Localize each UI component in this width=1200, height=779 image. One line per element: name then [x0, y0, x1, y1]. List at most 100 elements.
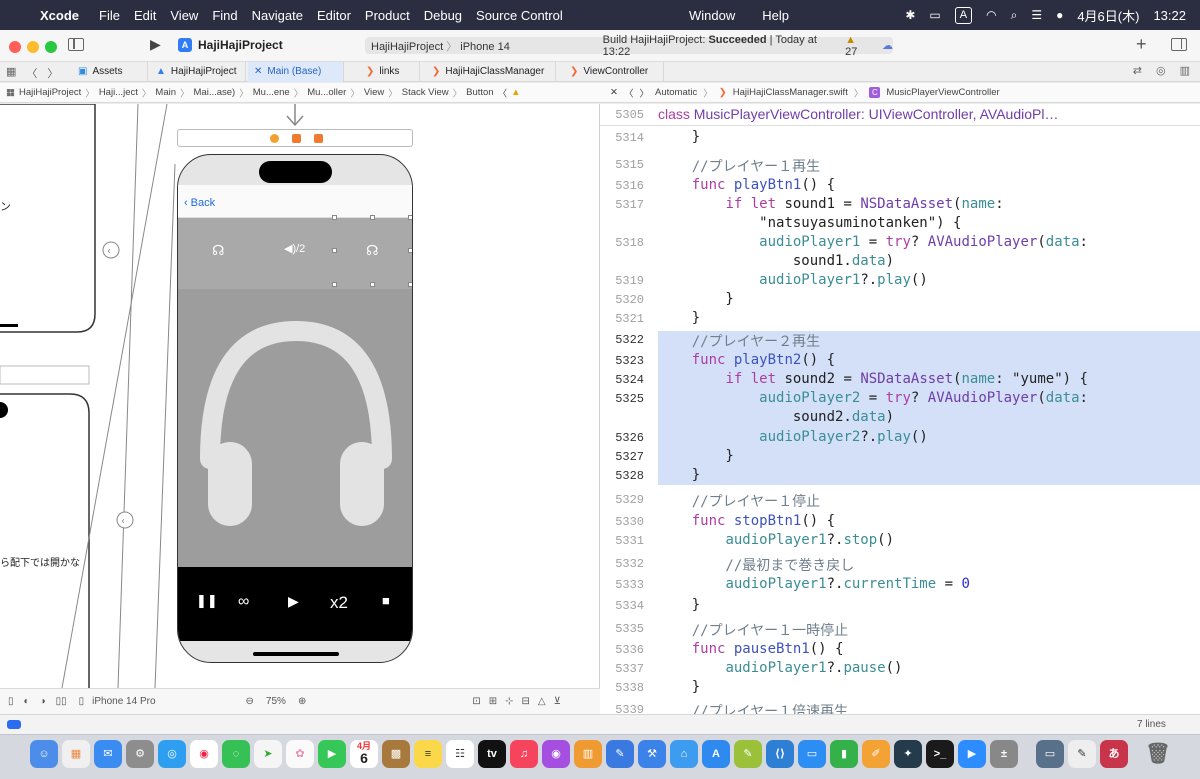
swap-editor-icon[interactable]: ⇄ — [1133, 64, 1142, 77]
calendar-icon[interactable]: 4月 6 — [350, 740, 378, 768]
pause-button[interactable]: ❚❚ — [196, 593, 218, 609]
warning-icon[interactable]: ▲ — [511, 87, 520, 98]
storyboard-canvas[interactable]: ‹ ‹ ン ら配下では開かな ‹ Back ☊ ◀)/2 ☊ ❚❚ ∞ ▶ x2… — [0, 104, 600, 688]
music-icon[interactable]: ♫ — [510, 740, 538, 768]
facetime-icon[interactable]: ▶ — [318, 740, 346, 768]
zoom-window-button[interactable] — [45, 41, 57, 53]
battery-icon[interactable]: ▭ — [929, 8, 940, 22]
menu-navigate[interactable]: Navigate — [252, 8, 303, 23]
trash-icon[interactable]: 🗑 — [1144, 740, 1172, 768]
notes-icon[interactable]: ≡ — [414, 740, 442, 768]
launchpad-icon[interactable]: ▦ — [62, 740, 90, 768]
code-editor[interactable]: 5314 } 5315 //プレイヤー１再生 5316 func playBtn1(… — [600, 104, 1200, 714]
orientation-icon[interactable]: ◑ — [40, 696, 46, 707]
app-store-icon[interactable]: A — [702, 740, 730, 768]
debug-area-toggle-icon[interactable] — [7, 720, 21, 729]
selection-handle[interactable] — [408, 215, 412, 220]
breadcrumb-item[interactable]: HajiHajiProject — [19, 87, 81, 98]
device-icon[interactable]: ▯ — [79, 696, 85, 707]
menu-debug[interactable]: Debug — [424, 8, 462, 23]
back-arrow-icon[interactable]: 〈 — [26, 65, 37, 81]
pages-icon[interactable]: ✐ — [862, 740, 890, 768]
tab-project[interactable]: ▲ HajiHajiProject — [150, 62, 246, 82]
finder-icon[interactable]: ☺ — [30, 740, 58, 768]
back-arrow-icon[interactable]: 〈 — [624, 86, 634, 100]
xcode-icon[interactable]: ⚒ — [638, 740, 666, 768]
notes-wood-icon[interactable]: ▩ — [382, 740, 410, 768]
tab-assets[interactable]: ▣ Assets — [72, 62, 148, 82]
breadcrumb-item[interactable]: Main — [155, 87, 176, 98]
chevron-left-icon[interactable]: 〈 — [498, 86, 508, 100]
menu-editor[interactable]: Editor — [317, 8, 351, 23]
screen-sharing-icon[interactable]: ▭ — [1036, 740, 1064, 768]
breadcrumb-item[interactable]: Mu...oller — [307, 87, 346, 98]
tv-icon[interactable]: tv — [478, 740, 506, 768]
back-button[interactable]: ‹ Back — [184, 197, 215, 209]
align-icon[interactable]: ⊹ — [505, 696, 513, 707]
menu-edit[interactable]: Edit — [134, 8, 156, 23]
breadcrumb-item[interactable]: Mu...ene — [253, 87, 290, 98]
siri-icon[interactable]: ● — [1056, 8, 1063, 22]
menu-view[interactable]: View — [170, 8, 198, 23]
script-editor-icon[interactable]: ✎ — [734, 740, 762, 768]
search-icon[interactable]: ⌕ — [1011, 8, 1018, 23]
tab-viewcontroller[interactable]: ❯ ViewController — [564, 62, 664, 82]
simulator-icon[interactable]: ⌂ — [670, 740, 698, 768]
navigator-toggle-icon[interactable] — [68, 38, 84, 51]
books-icon[interactable]: ▥ — [574, 740, 602, 768]
scheme-selector[interactable]: HajiHajiProject — [371, 41, 443, 53]
mail-icon[interactable]: ✉ — [94, 740, 122, 768]
ear-icon[interactable]: ☊ — [366, 242, 378, 259]
tab-classmanager[interactable]: ❯ HajiHajiClassManager — [426, 62, 556, 82]
close-icon[interactable]: ✕ — [610, 87, 618, 98]
exit-icon[interactable] — [314, 134, 323, 143]
review-icon[interactable]: ◎ — [1156, 64, 1166, 77]
speed-button[interactable]: x2 — [330, 593, 348, 613]
layout-icon[interactable]: ▯▯ — [56, 696, 67, 707]
zoom-out-icon[interactable]: ⊖ — [246, 696, 254, 707]
breadcrumb-item[interactable]: Button — [466, 87, 493, 98]
breadcrumb-item[interactable]: Stack View — [402, 87, 449, 98]
grid-icon[interactable]: ▦ — [6, 87, 15, 98]
zoom-in-icon[interactable]: ⊕ — [298, 696, 306, 707]
beta-app-icon[interactable]: ✦ — [894, 740, 922, 768]
app-menu[interactable]: Xcode — [40, 8, 79, 23]
embed-in-icon[interactable]: ⊞ — [489, 696, 497, 707]
chrome-icon[interactable]: ◉ — [190, 740, 218, 768]
add-library-button[interactable]: + — [1136, 34, 1147, 55]
split-editor-icon[interactable]: ▥ — [1180, 64, 1190, 77]
close-window-button[interactable] — [9, 41, 21, 53]
minimize-window-button[interactable] — [27, 41, 39, 53]
dictionary-icon[interactable]: あ — [1100, 740, 1128, 768]
selection-handle[interactable] — [370, 282, 375, 287]
menu-product[interactable]: Product — [365, 8, 410, 23]
selection-handle[interactable] — [332, 248, 337, 253]
selection-handle[interactable] — [332, 215, 337, 220]
messages-icon[interactable]: ◌ — [222, 740, 250, 768]
device-selector[interactable]: iPhone 14 — [460, 41, 510, 53]
selection-handle[interactable] — [408, 248, 412, 253]
calculator-icon[interactable]: ± — [990, 740, 1018, 768]
dark-mode-icon[interactable]: ◐ — [24, 696, 30, 707]
scene-dock[interactable] — [177, 129, 413, 147]
system-settings-icon[interactable]: ⚙ — [126, 740, 154, 768]
menu-help[interactable]: Help — [762, 8, 789, 23]
safari-icon[interactable]: ◎ — [158, 740, 186, 768]
photos-icon[interactable]: ✿ — [286, 740, 314, 768]
menu-find[interactable]: Find — [212, 8, 237, 23]
update-frames-icon[interactable]: ⊡ — [472, 696, 480, 707]
selection-handle[interactable] — [370, 215, 375, 220]
menu-source-control[interactable]: Source Control — [476, 8, 563, 23]
embed-stack-icon[interactable]: ⊻ — [554, 696, 561, 707]
keynote-icon[interactable]: ▭ — [798, 740, 826, 768]
stop-button[interactable]: ■ — [382, 593, 390, 608]
selection-handle[interactable] — [408, 282, 412, 287]
iphone-scene[interactable]: ‹ Back ☊ ◀)/2 ☊ ❚❚ ∞ ▶ x2 ■ — [177, 154, 413, 663]
resolve-issues-icon[interactable]: △ — [538, 696, 546, 707]
add-constraints-icon[interactable]: ⊟ — [522, 696, 530, 707]
selection-handle[interactable] — [332, 282, 337, 287]
wifi-icon[interactable]: ◠ — [986, 8, 996, 22]
outline-toggle-icon[interactable]: ▯ — [8, 696, 14, 707]
menubar-time[interactable]: 13:22 — [1153, 8, 1186, 23]
jump-item-class[interactable]: MusicPlayerViewController — [886, 87, 999, 98]
